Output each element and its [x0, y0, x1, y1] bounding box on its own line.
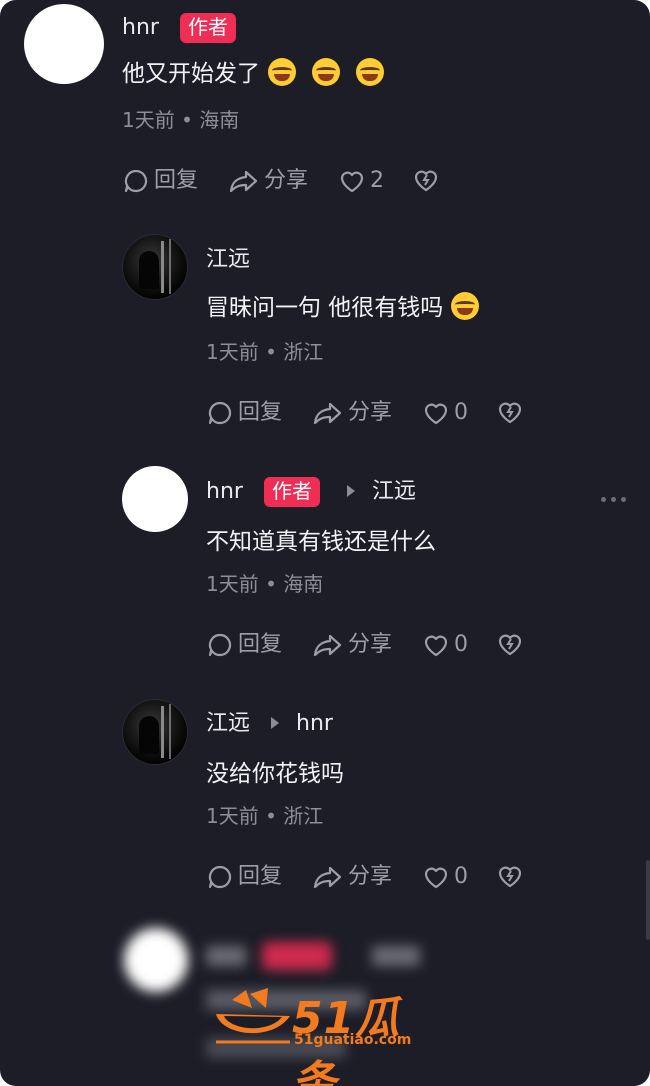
broken-heart-icon [498, 866, 522, 888]
share-button[interactable]: 分享 [312, 630, 392, 660]
blurred-username [206, 946, 246, 966]
avatar[interactable] [24, 4, 104, 84]
comment-text: 没给你花钱吗 [206, 761, 344, 787]
like-button[interactable]: 0 [422, 630, 468, 660]
heart-icon [424, 403, 448, 425]
comment-meta: 1天前 • 海南 [206, 572, 324, 596]
comment-meta: 1天前 • 海南 [122, 108, 240, 132]
reply-to-username[interactable]: 江远 [372, 478, 416, 506]
like-count: 0 [454, 864, 468, 889]
broken-heart-icon [498, 402, 522, 424]
reply-to-username[interactable]: hnr [296, 710, 333, 738]
share-button[interactable]: 分享 [312, 862, 392, 892]
share-button[interactable]: 分享 [312, 398, 392, 428]
share-button[interactable]: 分享 [228, 166, 308, 196]
dislike-button[interactable] [496, 398, 524, 426]
heart-icon [340, 171, 364, 193]
reply-button[interactable]: 回复 [206, 862, 282, 892]
avatar[interactable] [122, 699, 188, 765]
author-badge: 作者 [180, 13, 236, 43]
blurred-badge [262, 942, 332, 970]
heart-icon [424, 867, 448, 889]
share-arrow-icon [313, 634, 342, 657]
share-arrow-icon [313, 402, 342, 425]
avatar[interactable] [122, 234, 188, 300]
comment-username[interactable]: hnr [206, 478, 243, 506]
like-count: 0 [454, 632, 468, 657]
crying-laughing-emoji-icon [268, 58, 296, 86]
like-count: 0 [454, 400, 468, 425]
comment-text: 冒昧问一句 他很有钱吗 [206, 292, 487, 324]
comment-text: 他又开始发了 [122, 58, 392, 90]
like-button[interactable]: 0 [422, 862, 468, 892]
like-button[interactable]: 2 [338, 166, 384, 196]
blurred-reply-to [372, 946, 420, 966]
reply-bubble-icon [124, 169, 148, 193]
reply-arrow-icon [271, 717, 279, 729]
watermelon-logo-icon [216, 988, 290, 1044]
reply-bubble-icon [208, 633, 232, 657]
comment-text: 不知道真有钱还是什么 [206, 529, 436, 555]
dislike-button[interactable] [496, 630, 524, 658]
dislike-button[interactable] [412, 166, 440, 194]
avatar[interactable] [122, 466, 188, 532]
like-count: 2 [370, 168, 384, 193]
reply-arrow-icon [347, 485, 355, 497]
broken-heart-icon [498, 634, 522, 656]
share-arrow-icon [229, 170, 258, 193]
watermark-logo: 51瓜条 51guatiao.com [212, 982, 442, 1086]
watermark-url: 51guatiao.com [294, 1032, 412, 1048]
author-badge: 作者 [264, 477, 320, 507]
reply-bubble-icon [208, 401, 232, 425]
broken-heart-icon [414, 170, 438, 192]
comment-username[interactable]: hnr [122, 14, 159, 42]
like-button[interactable]: 0 [422, 398, 468, 428]
heart-icon [424, 635, 448, 657]
reply-button[interactable]: 回复 [206, 398, 282, 428]
crying-laughing-emoji-icon [356, 58, 384, 86]
reply-bubble-icon [208, 865, 232, 889]
comment-meta: 1天前 • 浙江 [206, 340, 324, 364]
comment-username[interactable]: 江远 [206, 710, 250, 738]
blurred-avatar [124, 928, 188, 992]
crying-laughing-emoji-icon [312, 58, 340, 86]
dislike-button[interactable] [496, 862, 524, 890]
more-options-icon[interactable] [601, 497, 626, 502]
reply-button[interactable]: 回复 [122, 166, 198, 196]
scrollbar[interactable] [646, 860, 650, 940]
comment-username[interactable]: 江远 [206, 246, 250, 274]
reply-button[interactable]: 回复 [206, 630, 282, 660]
share-arrow-icon [313, 866, 342, 889]
crying-laughing-emoji-icon [451, 292, 480, 320]
comment-meta: 1天前 • 浙江 [206, 804, 324, 828]
comment-thread-panel: hnr 作者 他又开始发了 1天前 • 海南 回复 分享 2 江远 冒昧问一句 … [0, 0, 650, 1086]
